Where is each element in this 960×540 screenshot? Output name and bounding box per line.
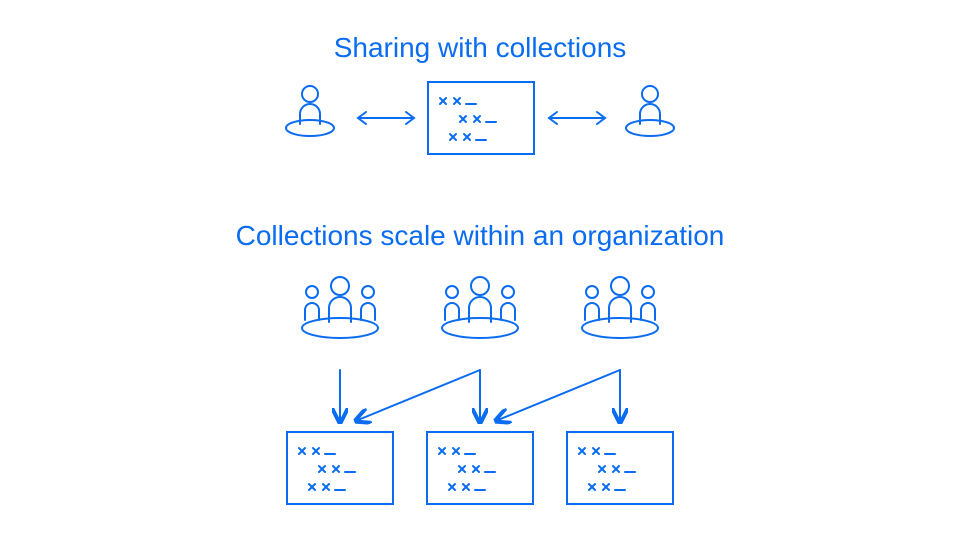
team-icon [430,270,530,356]
collection-icon [565,430,675,506]
bidirectional-arrow-icon [543,108,611,128]
bidirectional-arrow-icon [352,108,420,128]
collection-icon [285,430,395,506]
diagram-root: Sharing with collections [0,0,960,540]
team-icon [570,270,670,356]
person-icon [280,80,340,150]
section2-title: Collections scale within an organization [0,220,960,252]
collection-icon [426,80,536,156]
section1-title: Sharing with collections [0,32,960,64]
person-icon [620,80,680,150]
team-icon [290,270,390,356]
collection-icon [425,430,535,506]
distribution-arrows-icon [270,360,690,440]
